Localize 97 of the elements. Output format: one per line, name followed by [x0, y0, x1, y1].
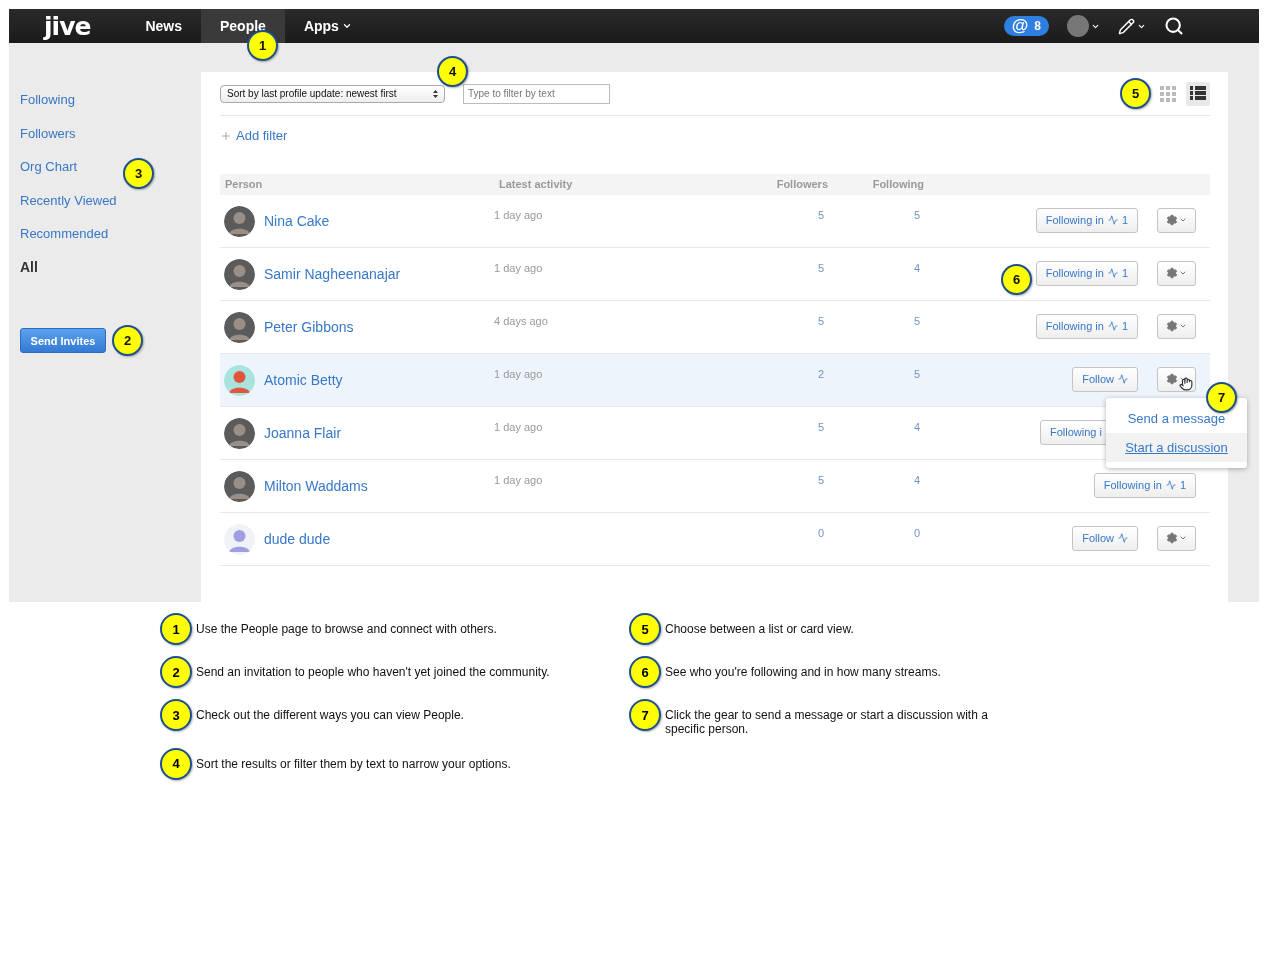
nav-tab[interactable]: News — [126, 9, 201, 43]
list-view-button[interactable] — [1186, 81, 1210, 106]
send-invites-button[interactable]: Send Invites — [20, 328, 106, 353]
menu-item[interactable]: Start a discussion — [1106, 432, 1247, 462]
followers-count: 5 — [817, 419, 824, 433]
sidebar-item[interactable]: Followers — [20, 116, 76, 150]
caret-icon — [341, 21, 352, 31]
person-name[interactable]: Joanna Flair — [264, 425, 342, 441]
activity-time: 1 day ago — [494, 472, 543, 486]
callout-note: Use the People page to browse and connect with others. — [196, 621, 497, 637]
gear-icon — [1166, 532, 1178, 544]
callout-note: Check out the different ways you can view People. — [196, 707, 464, 723]
pulse-icon — [1118, 533, 1128, 543]
following-count: 5 — [913, 313, 920, 327]
nav-tab[interactable]: Apps — [284, 9, 371, 43]
filter-field[interactable]: Type to filter by text — [463, 83, 610, 104]
sidebar-item[interactable]: All — [20, 250, 38, 284]
callout-note: Choose between a list or card view. — [665, 621, 854, 637]
search-icon[interactable] — [1164, 16, 1184, 36]
followers-count: 5 — [817, 207, 824, 221]
callout-marker: 5 — [629, 613, 661, 645]
caret-icon — [1179, 534, 1187, 542]
callout-note: Sort the results or filter them by text to narrow your options. — [196, 755, 511, 772]
followers-count: 5 — [817, 260, 824, 274]
hand-cursor-icon — [1179, 376, 1193, 391]
plus-icon — [220, 129, 232, 142]
sort-select[interactable]: Sort by last profile update: newest first — [220, 84, 445, 103]
gear-icon — [1166, 320, 1178, 332]
column-header: Person — [224, 178, 264, 190]
following-button[interactable]: Following in 1 — [1035, 207, 1138, 233]
callout-marker: 2 — [160, 656, 192, 688]
gear-icon — [1166, 214, 1178, 226]
activity-time: 1 day ago — [494, 207, 543, 221]
menu-item[interactable]: Send a message — [1106, 403, 1247, 433]
pulse-icon — [1107, 268, 1118, 278]
activity-time: 1 day ago — [494, 419, 543, 433]
callout-marker: 6 — [629, 656, 661, 688]
following-count: 5 — [913, 366, 920, 380]
sidebar-item[interactable]: Recommended — [20, 217, 109, 251]
caret-icon — [1179, 269, 1187, 277]
following-count: 4 — [913, 472, 920, 486]
gear-menu-button[interactable] — [1157, 525, 1196, 551]
person-name[interactable]: Atomic Betty — [264, 372, 343, 388]
following-count: 4 — [913, 260, 920, 274]
gear-menu-button[interactable] — [1157, 260, 1196, 286]
sidebar-item[interactable]: Following — [20, 83, 75, 117]
person-name[interactable]: Milton Waddams — [264, 478, 368, 494]
column-header: Followers — [775, 178, 828, 190]
callout-marker: 3 — [160, 699, 192, 731]
person-name[interactable]: dude dude — [264, 531, 331, 547]
callout-note: Send an invitation to people who haven't yet joined the community. — [196, 664, 550, 680]
compose-menu[interactable] — [1118, 17, 1146, 35]
callout-note: See who you're following and in how many streams. — [665, 664, 941, 680]
following-button[interactable]: Following in 1 — [1035, 313, 1138, 339]
callout-marker: 7 — [629, 699, 661, 731]
logo[interactable]: jive — [44, 9, 91, 43]
following-button[interactable]: Following in 1 — [1093, 472, 1196, 498]
following-count: 5 — [913, 207, 920, 221]
caret-icon — [1179, 322, 1187, 330]
pulse-icon — [1118, 374, 1128, 384]
follow-button[interactable]: Follow — [1072, 525, 1138, 551]
following-count: 0 — [913, 525, 920, 539]
pulse-icon — [1165, 480, 1176, 490]
person-name[interactable]: Nina Cake — [264, 213, 330, 229]
callout-marker: 1 — [160, 613, 192, 645]
following-count: 4 — [913, 419, 920, 433]
followers-count: 2 — [817, 366, 824, 380]
activity-time: 1 day ago — [494, 260, 543, 274]
person-name[interactable]: Samir Nagheenanajar — [264, 266, 401, 282]
callout-marker: 4 — [160, 747, 192, 780]
person-name[interactable]: Peter Gibbons — [264, 319, 354, 335]
follow-button[interactable]: Follow — [1072, 366, 1138, 392]
grid-view-icon — [1160, 85, 1176, 102]
column-header: Following — [871, 178, 924, 190]
mentions-badge[interactable]: @ 8 — [1003, 16, 1049, 36]
add-filter-link[interactable]: Add filter — [220, 128, 288, 143]
gear-icon — [1166, 267, 1178, 279]
followers-count: 5 — [817, 313, 824, 327]
gear-menu-button[interactable] — [1157, 313, 1196, 339]
caret-icon — [1179, 216, 1187, 224]
activity-time: 4 days ago — [494, 313, 548, 327]
pulse-icon — [1107, 321, 1118, 331]
list-view-icon — [1190, 86, 1206, 101]
callout-note: Click the gear to send a message or start a discussion with a specific person. — [665, 707, 989, 737]
gear-menu-button[interactable] — [1157, 207, 1196, 233]
sidebar-item[interactable]: Org Chart — [20, 150, 78, 184]
column-header: Latest activity — [498, 178, 574, 190]
sort-arrows-icon — [433, 89, 438, 98]
followers-count: 5 — [817, 472, 824, 486]
sidebar-item[interactable]: Recently Viewed — [20, 183, 117, 217]
following-button[interactable]: Following in 1 — [1035, 260, 1138, 286]
user-menu[interactable] — [1067, 15, 1100, 37]
gear-icon — [1166, 373, 1178, 385]
pulse-icon — [1107, 215, 1118, 225]
followers-count: 0 — [817, 525, 824, 539]
activity-time: 1 day ago — [494, 366, 543, 380]
pencil-icon — [1118, 17, 1135, 35]
